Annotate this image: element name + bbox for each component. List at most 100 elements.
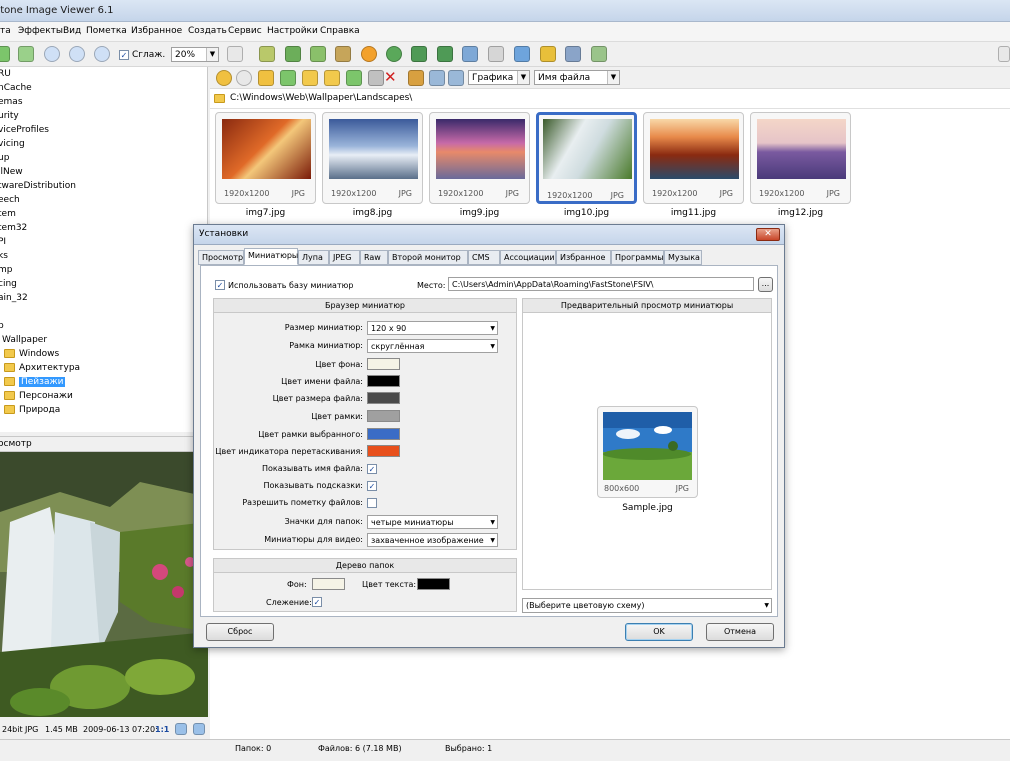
tree-item[interactable]: urity: [0, 111, 19, 121]
menu-file[interactable]: та: [0, 26, 11, 36]
menu-mark[interactable]: Пометка: [86, 26, 127, 36]
view-filter-select[interactable]: Графика ▼: [468, 70, 530, 85]
tree-bg-swatch[interactable]: [312, 578, 345, 590]
email-icon[interactable]: [514, 46, 530, 62]
refresh-icon[interactable]: [280, 70, 296, 86]
select-all-icon[interactable]: [408, 70, 424, 86]
tree-item[interactable]: viceProfiles: [0, 125, 49, 135]
menu-favorites[interactable]: Избранное: [131, 26, 182, 36]
print-icon[interactable]: [565, 46, 581, 62]
layout-icon[interactable]: [998, 46, 1010, 62]
tree-item-folder[interactable]: Архитектура: [4, 363, 80, 373]
new-folder-icon[interactable]: [302, 70, 318, 86]
slideshow-icon[interactable]: [591, 46, 607, 62]
tree-item[interactable]: ain_32: [0, 293, 28, 303]
tree-item[interactable]: Wallpaper: [2, 335, 47, 345]
delete-icon[interactable]: ✕: [384, 68, 397, 86]
tree-item[interactable]: up: [0, 153, 9, 163]
adjust-icon[interactable]: [361, 46, 377, 62]
filesize-color-swatch[interactable]: [367, 392, 400, 404]
close-icon[interactable]: ✕: [756, 228, 780, 241]
rename-icon[interactable]: [368, 70, 384, 86]
thumbnail-filename[interactable]: img8.jpg: [322, 208, 423, 218]
thumbnail[interactable]: 1920x1200 JPG: [429, 112, 530, 204]
back-icon[interactable]: [216, 70, 232, 86]
thumbnail-filename[interactable]: img10.jpg: [536, 208, 637, 218]
tab-7[interactable]: Ассоциации: [500, 250, 556, 265]
tab-9[interactable]: Программы: [611, 250, 664, 265]
tree-item[interactable]: eech: [0, 195, 20, 205]
bg-color-swatch[interactable]: [367, 358, 400, 370]
info-zoom[interactable]: 1:1: [155, 725, 169, 734]
tab-5[interactable]: Второй монитор: [388, 250, 468, 265]
tree-item-folder[interactable]: Природа: [4, 405, 60, 415]
tab-6[interactable]: CMS: [468, 250, 500, 265]
tab-0[interactable]: Просмотр: [198, 250, 244, 265]
drag-indicator-color-swatch[interactable]: [367, 445, 400, 457]
tree-item[interactable]: RU: [0, 69, 11, 79]
color-scheme-select[interactable]: (Выберите цветовую схему) ▼: [522, 598, 772, 613]
menu-settings[interactable]: Настройки: [267, 26, 318, 36]
menu-create[interactable]: Создать: [188, 26, 227, 36]
tree-item[interactable]: llNew: [0, 167, 23, 177]
smooth-checkbox[interactable]: ✓: [119, 50, 129, 60]
tab-1[interactable]: Миниатюры: [244, 248, 298, 265]
open-icon[interactable]: [540, 46, 556, 62]
menu-effects[interactable]: Эффекты: [18, 26, 63, 36]
tree-item[interactable]: emas: [0, 97, 23, 107]
tab-3[interactable]: JPEG: [329, 250, 360, 265]
tree-item[interactable]: PI: [0, 237, 6, 247]
tree-item-folder[interactable]: Персонажи: [4, 391, 73, 401]
show-hints-checkbox[interactable]: ✓: [367, 481, 377, 491]
tree-item[interactable]: nCache: [0, 83, 32, 93]
expand-preview-icon[interactable]: [193, 723, 205, 735]
menu-tools[interactable]: Сервис: [228, 26, 262, 36]
tree-item-folder[interactable]: Windows: [4, 349, 59, 359]
tab-10[interactable]: Музыка: [664, 250, 702, 265]
tree-item[interactable]: tem32: [0, 223, 27, 233]
filename-color-swatch[interactable]: [367, 375, 400, 387]
copy-to-folder-icon[interactable]: [324, 70, 340, 86]
move-to-folder-icon[interactable]: [346, 70, 362, 86]
up-folder-icon[interactable]: [258, 70, 274, 86]
size-select[interactable]: 120 x 90 ▼: [367, 321, 498, 335]
zoom-select[interactable]: 20% ▼: [171, 47, 219, 62]
allow-mark-checkbox[interactable]: [367, 498, 377, 508]
thumbnail-filename[interactable]: img11.jpg: [643, 208, 744, 218]
canvas-icon[interactable]: [310, 46, 326, 62]
tree-item-folder[interactable]: Пейзажи: [4, 377, 66, 387]
tab-2[interactable]: Лупа: [298, 250, 329, 265]
hand-icon[interactable]: [227, 46, 243, 62]
tree-item[interactable]: ks: [0, 251, 8, 261]
frame-select[interactable]: скруглённая ▼: [367, 339, 498, 353]
menu-view[interactable]: Вид: [63, 26, 81, 36]
zoom-out-icon[interactable]: [69, 46, 85, 62]
tree-item[interactable]: tem: [0, 209, 16, 219]
save-icon[interactable]: [488, 46, 504, 62]
resize-icon[interactable]: [285, 46, 301, 62]
thumbnail[interactable]: 1920x1200 JPG: [215, 112, 316, 204]
rotate-left-icon[interactable]: [411, 46, 427, 62]
ok-button[interactable]: OK: [625, 623, 693, 641]
thumbnail-filename[interactable]: img12.jpg: [750, 208, 851, 218]
tree-item[interactable]: twareDistribution: [0, 181, 76, 191]
forward-icon[interactable]: [236, 70, 252, 86]
thumbnail[interactable]: 1920x1200 JPG: [536, 112, 637, 204]
thumbnail[interactable]: 1920x1200 JPG: [643, 112, 744, 204]
selected-frame-color-swatch[interactable]: [367, 428, 400, 440]
tab-8[interactable]: Избранное: [556, 250, 611, 265]
tree-item[interactable]: b: [0, 321, 4, 331]
redeye-icon[interactable]: [386, 46, 402, 62]
crop-icon[interactable]: [259, 46, 275, 62]
compare-icon[interactable]: [462, 46, 478, 62]
tree-item[interactable]: vicing: [0, 139, 25, 149]
browse-button[interactable]: ...: [758, 277, 773, 292]
tracking-checkbox[interactable]: ✓: [312, 597, 322, 607]
tree-item[interactable]: mp: [0, 265, 12, 275]
actual-size-icon[interactable]: [94, 46, 110, 62]
effects-icon[interactable]: [335, 46, 351, 62]
use-db-checkbox[interactable]: ✓: [215, 280, 225, 290]
details-view-icon[interactable]: [448, 70, 464, 86]
place-field[interactable]: C:\Users\Admin\AppData\Roaming\FastStone…: [448, 277, 754, 291]
fullscreen-icon[interactable]: [0, 46, 10, 62]
